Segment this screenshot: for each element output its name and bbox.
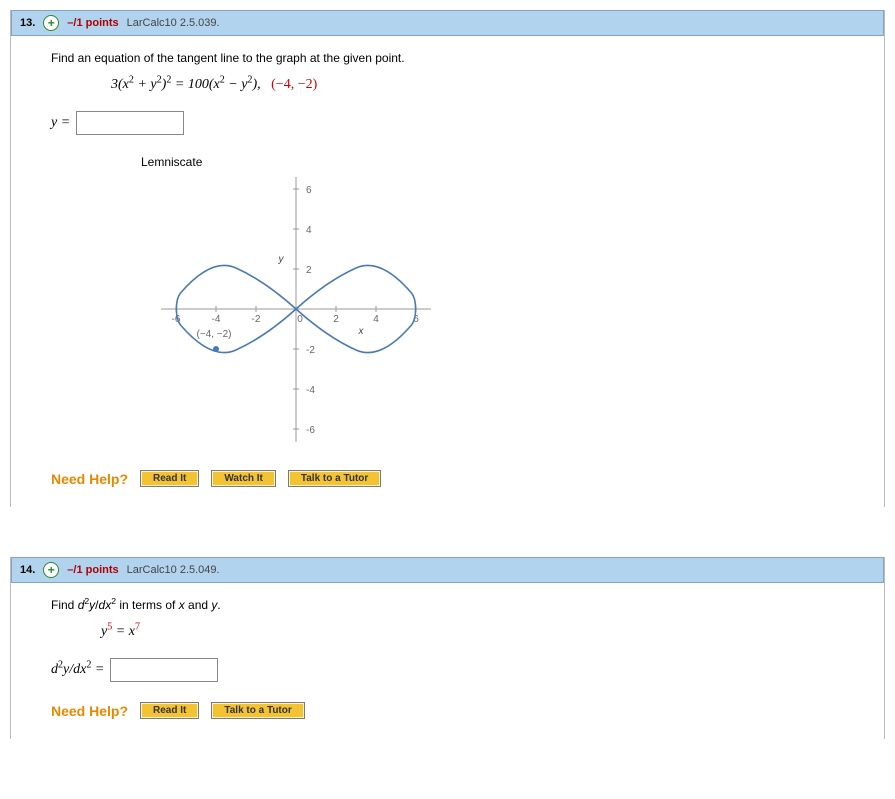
- need-help-label: Need Help?: [51, 471, 128, 487]
- question-source: LarCalc10 2.5.049.: [127, 564, 220, 576]
- question-13: 13. + –/1 points LarCalc10 2.5.039. Find…: [10, 10, 885, 507]
- given-point: (−4, −2): [271, 77, 317, 92]
- chart-svg: -6 -4 -2 0 2 4 6 6 4 2 -2 -4 -6 y x: [151, 172, 441, 447]
- eq-part: =: [112, 624, 128, 639]
- read-it-button[interactable]: Read It: [140, 702, 199, 719]
- question-number: 14.: [20, 564, 35, 576]
- lbl-part: y/dx: [63, 662, 86, 677]
- svg-text:-2: -2: [306, 345, 315, 356]
- svg-text:x: x: [358, 326, 365, 337]
- text-part: and: [185, 598, 212, 612]
- svg-text:-4: -4: [212, 314, 221, 325]
- question-body: Find d2y/dx2 in terms of x and y. y5 = x…: [11, 583, 884, 739]
- points-label: –/1 points: [67, 17, 118, 29]
- question-prompt: Find an equation of the tangent line to …: [51, 51, 844, 65]
- svg-text:4: 4: [306, 225, 312, 236]
- help-row: Need Help? Read It Watch It Talk to a Tu…: [51, 470, 844, 487]
- text-part: in terms of: [116, 598, 179, 612]
- need-help-label: Need Help?: [51, 703, 128, 719]
- svg-text:6: 6: [306, 185, 312, 196]
- question-equation: 3(x2 + y2)2 = 100(x2 − y2), (−4, −2): [111, 77, 844, 93]
- svg-text:-2: -2: [252, 314, 261, 325]
- question-14: 14. + –/1 points LarCalc10 2.5.049. Find…: [10, 557, 885, 739]
- text-part: .: [217, 598, 220, 612]
- eq-part: 3(: [111, 77, 123, 92]
- question-number: 13.: [20, 17, 35, 29]
- help-row: Need Help? Read It Talk to a Tutor: [51, 702, 844, 719]
- answer-input[interactable]: [110, 658, 218, 682]
- eq-part: +: [134, 77, 150, 92]
- talk-tutor-button[interactable]: Talk to a Tutor: [211, 702, 304, 719]
- svg-text:-4: -4: [306, 385, 315, 396]
- svg-text:2: 2: [333, 314, 339, 325]
- svg-text:y: y: [278, 254, 285, 265]
- eq-part: = 100(: [171, 77, 213, 92]
- answer-input[interactable]: [76, 111, 184, 135]
- svg-text:2: 2: [306, 265, 312, 276]
- expand-icon[interactable]: +: [43, 562, 59, 578]
- eq-part: −: [225, 77, 241, 92]
- read-it-button[interactable]: Read It: [140, 470, 199, 487]
- eq-part: ),: [252, 77, 260, 92]
- question-source: LarCalc10 2.5.039.: [127, 17, 220, 29]
- graph-title: Lemniscate: [141, 155, 844, 169]
- question-header: 13. + –/1 points LarCalc10 2.5.039.: [11, 10, 884, 36]
- question-header: 14. + –/1 points LarCalc10 2.5.049.: [11, 557, 884, 583]
- marked-point-label: (−4, −2): [196, 329, 231, 340]
- question-equation: y5 = x7: [101, 624, 844, 640]
- svg-text:4: 4: [373, 314, 379, 325]
- question-body: Find an equation of the tangent line to …: [11, 36, 884, 507]
- lemniscate-graph: -6 -4 -2 0 2 4 6 6 4 2 -2 -4 -6 y x: [151, 172, 844, 450]
- answer-row: d2y/dx2 =: [51, 658, 844, 682]
- points-label: –/1 points: [67, 564, 118, 576]
- svg-text:-6: -6: [306, 425, 315, 436]
- svg-text:0: 0: [297, 314, 303, 325]
- expand-icon[interactable]: +: [43, 15, 59, 31]
- text-part: Find: [51, 598, 78, 612]
- talk-tutor-button[interactable]: Talk to a Tutor: [288, 470, 381, 487]
- eq-exp: 7: [135, 621, 140, 632]
- answer-row: y =: [51, 111, 844, 135]
- marked-point-icon: [213, 346, 219, 352]
- answer-label: y =: [51, 115, 70, 131]
- lbl-part: d: [51, 662, 58, 677]
- question-prompt: Find d2y/dx2 in terms of x and y.: [51, 598, 844, 612]
- answer-label: d2y/dx2 =: [51, 662, 104, 678]
- lbl-part: =: [91, 662, 104, 677]
- watch-it-button[interactable]: Watch It: [211, 470, 276, 487]
